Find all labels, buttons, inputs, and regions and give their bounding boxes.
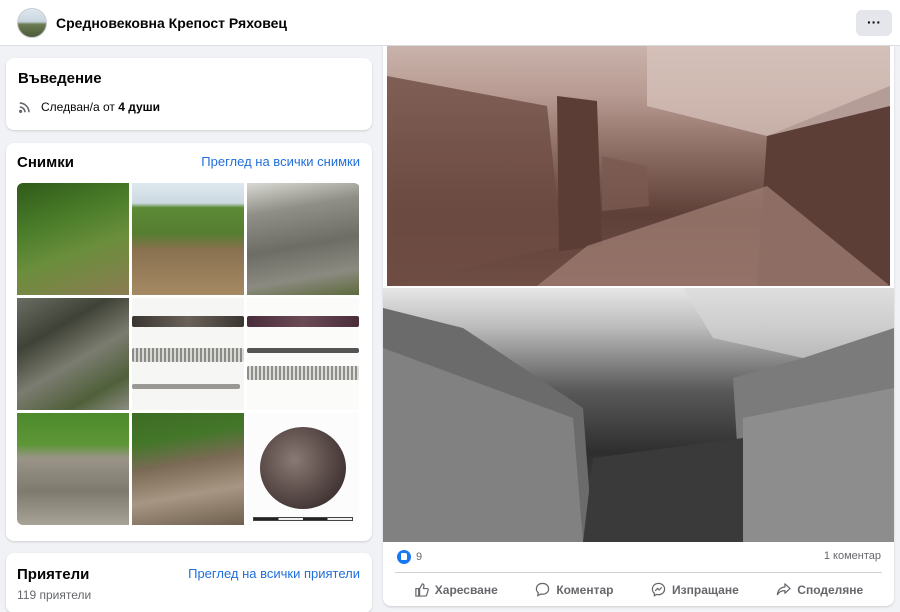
photo-thumbnail[interactable] xyxy=(247,298,359,410)
photo-thumbnail[interactable] xyxy=(247,413,359,525)
photo-thumbnail[interactable] xyxy=(132,298,244,410)
photo-thumbnail[interactable] xyxy=(247,183,359,295)
friends-title: Приятели xyxy=(17,566,90,583)
share-button[interactable]: Споделяне xyxy=(776,582,863,597)
photo-thumbnail[interactable] xyxy=(17,413,129,525)
comments-count[interactable]: 1 коментар xyxy=(824,550,881,562)
post-card: 9 1 коментар Харесване Коментар Изпращан… xyxy=(383,46,894,606)
messenger-icon xyxy=(651,582,666,597)
see-all-friends-link[interactable]: Преглед на всички приятели xyxy=(188,566,360,581)
followers-prefix: Следван/а от xyxy=(41,100,115,114)
intro-title: Въведение xyxy=(18,70,102,87)
photo-thumbnail[interactable] xyxy=(17,183,129,295)
send-button[interactable]: Изпращане xyxy=(651,582,739,597)
page-title[interactable]: Средновековна Крепост Ряховец xyxy=(56,15,287,31)
comment-label: Коментар xyxy=(556,582,614,597)
like-reaction-icon xyxy=(397,550,411,564)
photos-title: Снимки xyxy=(17,154,74,171)
thumbs-up-icon xyxy=(415,583,429,597)
followers-row: Следван/а от 4 души xyxy=(18,100,160,114)
more-options-button[interactable]: ··· xyxy=(856,10,892,36)
followers-count[interactable]: 4 души xyxy=(118,100,160,114)
send-label: Изпращане xyxy=(672,582,739,597)
post-actions: Харесване Коментар Изпращане Споделяне xyxy=(395,572,882,602)
page-header: Средновековна Крепост Ряховец ··· xyxy=(0,0,900,46)
photos-card: Снимки Преглед на всички снимки xyxy=(6,143,372,541)
comment-icon xyxy=(536,582,550,597)
comment-button[interactable]: Коментар xyxy=(535,582,614,597)
like-label: Харесване xyxy=(434,582,498,597)
photo-thumbnail[interactable] xyxy=(132,413,244,525)
friends-card: Приятели Преглед на всички приятели 119 … xyxy=(6,553,372,612)
share-icon xyxy=(777,583,791,596)
post-photo-sepia[interactable] xyxy=(387,46,890,286)
like-button[interactable]: Харесване xyxy=(414,582,498,597)
intro-card: Въведение Следван/а от 4 души xyxy=(6,58,372,130)
likes-count: 9 xyxy=(416,551,423,563)
reactions-summary[interactable]: 9 xyxy=(397,550,422,564)
share-label: Споделяне xyxy=(797,582,864,597)
see-all-photos-link[interactable]: Преглед на всички снимки xyxy=(201,154,360,169)
friends-count: 119 приятели xyxy=(17,588,92,602)
photo-thumbnail[interactable] xyxy=(132,183,244,295)
post-photo-bw[interactable] xyxy=(383,288,894,542)
photo-grid xyxy=(17,183,360,525)
rss-icon xyxy=(19,102,30,113)
photo-thumbnail[interactable] xyxy=(17,298,129,410)
page-avatar[interactable] xyxy=(17,8,47,38)
